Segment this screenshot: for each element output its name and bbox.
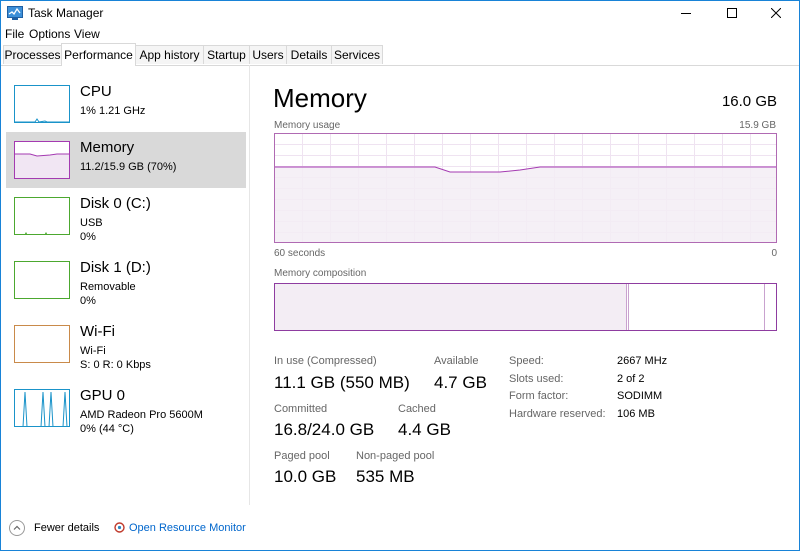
sidebar-item-name: CPU bbox=[80, 83, 112, 100]
hardware-reserved-value: 106 MB bbox=[617, 408, 655, 420]
cached-value: 4.4 GB bbox=[398, 420, 451, 439]
sidebar-item-detail: Wi-Fi bbox=[80, 345, 106, 357]
committed-value: 16.8/24.0 GB bbox=[274, 420, 375, 439]
cached-label: Cached bbox=[398, 403, 436, 415]
window-title: Task Manager bbox=[28, 6, 104, 20]
wifi-thumbnail-graph bbox=[14, 325, 70, 363]
speed-value: 2667 MHz bbox=[617, 355, 668, 367]
tab-strip: Processes Performance App history Startu… bbox=[1, 43, 799, 66]
usage-graph-max: 15.9 GB bbox=[739, 120, 776, 131]
task-manager-window: Task Manager File Options View Processes… bbox=[0, 0, 800, 551]
menu-bar: File Options View bbox=[1, 25, 799, 43]
sidebar-item-name: Disk 1 (D:) bbox=[80, 259, 151, 276]
sidebar-item-name: Disk 0 (C:) bbox=[80, 195, 151, 212]
sidebar-item-detail: USB bbox=[80, 217, 103, 229]
menu-view[interactable]: View bbox=[74, 27, 100, 41]
memory-total: 16.0 GB bbox=[721, 93, 777, 110]
memory-composition-bar bbox=[274, 283, 777, 331]
usage-graph-label: Memory usage bbox=[274, 120, 341, 131]
hardware-reserved-label: Hardware reserved: bbox=[509, 408, 606, 420]
composition-standby-segment bbox=[764, 284, 765, 330]
maximize-icon bbox=[727, 8, 737, 18]
close-icon bbox=[771, 8, 781, 18]
sidebar-item-name: GPU 0 bbox=[80, 387, 126, 404]
tab-startup[interactable]: Startup bbox=[203, 45, 250, 64]
non-paged-pool-label: Non-paged pool bbox=[356, 450, 435, 462]
sidebar-item-detail: 11.2/15.9 GB (70%) bbox=[80, 161, 177, 173]
form-factor-value: SODIMM bbox=[617, 390, 663, 402]
sidebar-item-usage: 0% (44 °C) bbox=[80, 423, 134, 435]
performance-sidebar: CPU 1% 1.21 GHz Memory 11.2/15.9 GB (70%… bbox=[1, 65, 250, 505]
usage-axis-left: 60 seconds bbox=[274, 248, 326, 259]
non-paged-pool-value: 535 MB bbox=[356, 467, 415, 486]
available-label: Available bbox=[434, 355, 479, 367]
tab-details[interactable]: Details bbox=[286, 45, 332, 64]
sidebar-item-disk-0[interactable]: Disk 0 (C:) USB 0% bbox=[6, 188, 246, 244]
sidebar-item-wifi[interactable]: Wi-Fi Wi-Fi S: 0 R: 0 Kbps bbox=[6, 316, 246, 372]
paged-pool-label: Paged pool bbox=[274, 450, 330, 462]
page-title: Memory bbox=[273, 83, 367, 113]
resource-monitor-icon bbox=[114, 522, 125, 533]
sidebar-item-detail: Removable bbox=[80, 281, 136, 293]
maximize-button[interactable] bbox=[709, 1, 755, 25]
tab-services[interactable]: Services bbox=[331, 45, 383, 64]
form-factor-label: Form factor: bbox=[509, 390, 569, 402]
in-use-label: In use (Compressed) bbox=[274, 355, 377, 367]
fewer-details-button[interactable] bbox=[9, 520, 25, 536]
sidebar-item-detail: 1% 1.21 GHz bbox=[80, 105, 146, 117]
disk-0-thumbnail-graph bbox=[14, 197, 70, 235]
tab-processes[interactable]: Processes bbox=[3, 45, 62, 64]
menu-options[interactable]: Options bbox=[29, 27, 70, 41]
gpu-0-thumbnail-graph bbox=[14, 389, 70, 427]
committed-label: Committed bbox=[274, 403, 328, 415]
cpu-thumbnail-graph bbox=[14, 85, 70, 123]
sidebar-item-usage: 0% bbox=[80, 231, 96, 243]
task-manager-app-icon bbox=[7, 6, 23, 20]
slots-label: Slots used: bbox=[509, 373, 564, 385]
tab-users[interactable]: Users bbox=[249, 45, 287, 64]
usage-axis-right: 0 bbox=[771, 248, 777, 259]
minimize-icon bbox=[681, 13, 691, 14]
sidebar-item-detail: AMD Radeon Pro 5600M bbox=[80, 409, 203, 421]
sidebar-item-name: Memory bbox=[80, 139, 135, 156]
composition-label: Memory composition bbox=[274, 268, 367, 279]
menu-file[interactable]: File bbox=[5, 27, 24, 41]
available-value: 4.7 GB bbox=[434, 373, 487, 392]
speed-label: Speed: bbox=[509, 355, 544, 367]
disk-1-thumbnail-graph bbox=[14, 261, 70, 299]
sidebar-item-memory[interactable]: Memory 11.2/15.9 GB (70%) bbox=[6, 132, 246, 188]
composition-in-use-segment bbox=[275, 284, 627, 330]
minimize-button[interactable] bbox=[663, 1, 709, 25]
memory-usage-graph-svg bbox=[275, 134, 776, 242]
title-bar[interactable]: Task Manager bbox=[1, 1, 799, 25]
slots-value: 2 of 2 bbox=[617, 373, 645, 385]
open-resource-monitor-link[interactable]: Open Resource Monitor bbox=[129, 522, 246, 534]
tab-performance[interactable]: Performance bbox=[61, 43, 136, 66]
sidebar-item-usage: 0% bbox=[80, 295, 96, 307]
close-button[interactable] bbox=[753, 1, 799, 25]
tab-app-history[interactable]: App history bbox=[135, 45, 204, 64]
memory-thumbnail-graph bbox=[14, 141, 70, 179]
fewer-details-link[interactable]: Fewer details bbox=[34, 522, 99, 534]
sidebar-item-usage: S: 0 R: 0 Kbps bbox=[80, 359, 151, 371]
sidebar-item-name: Wi-Fi bbox=[80, 323, 115, 340]
memory-usage-graph bbox=[274, 133, 777, 243]
chevron-up-icon bbox=[13, 525, 21, 530]
footer: Fewer details Open Resource Monitor bbox=[1, 512, 799, 550]
sidebar-item-gpu-0[interactable]: GPU 0 AMD Radeon Pro 5600M 0% (44 °C) bbox=[6, 380, 246, 436]
in-use-value: 11.1 GB (550 MB) bbox=[274, 373, 410, 392]
sidebar-item-cpu[interactable]: CPU 1% 1.21 GHz bbox=[6, 76, 246, 132]
composition-modified-segment bbox=[628, 284, 629, 330]
sidebar-item-disk-1[interactable]: Disk 1 (D:) Removable 0% bbox=[6, 252, 246, 308]
paged-pool-value: 10.0 GB bbox=[274, 467, 337, 486]
